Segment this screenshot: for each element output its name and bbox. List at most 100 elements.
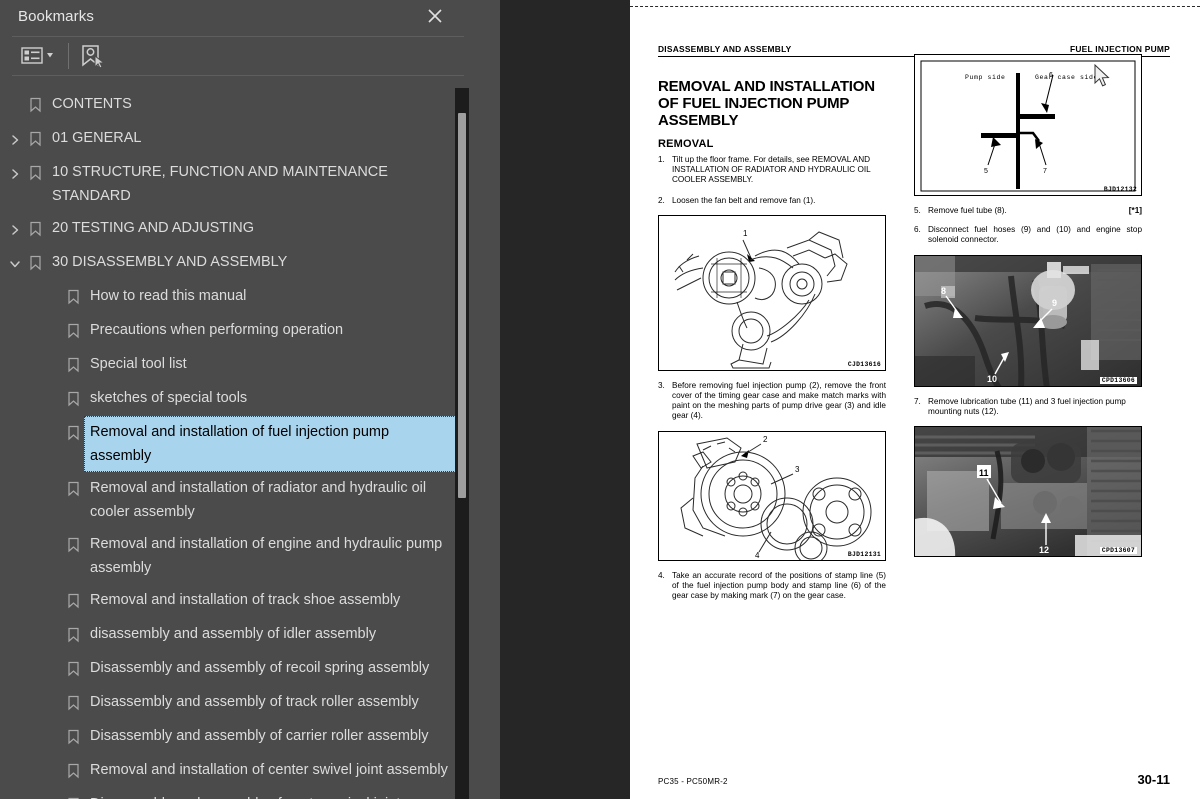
bookmark-item[interactable]: 01 GENERAL [0, 122, 458, 156]
bookmark-icon [24, 251, 46, 275]
svg-text:3: 3 [795, 465, 800, 474]
bookmark-icon [62, 285, 84, 309]
mouse-cursor [1094, 63, 1112, 90]
right-column: Pump side Gear case side 6 5 7 BJD12132 … [914, 52, 1142, 567]
bookmark-icon [62, 387, 84, 411]
pdf-viewer-window: Bookmarks CONTENTS 01 GENERAL 10 STRUCTU… [0, 0, 1200, 799]
figure-nuts-photo: 11 12 CPD13607 [914, 426, 1142, 558]
step-text: Loosen the fan belt and remove fan (1). [672, 195, 816, 205]
bookmark-item-label: disassembly and assembly of idler assemb… [90, 626, 377, 642]
step-text: Tilt up the floor frame. For details, se… [672, 155, 871, 185]
no-chevron-spacer [44, 354, 62, 378]
bookmark-item-label: CONTENTS [52, 96, 132, 112]
step-number: 2. [658, 195, 665, 205]
figure-fan-drawing: 1 CJD13616 [658, 214, 886, 371]
bookmark-icon [24, 217, 46, 241]
no-chevron-spacer [44, 692, 62, 716]
svg-text:8: 8 [941, 286, 946, 296]
figure-id: CPD13607 [1099, 547, 1137, 555]
bookmark-item[interactable]: Disassembly and assembly of recoil sprin… [0, 652, 458, 686]
bookmark-item-label: Disassembly and assembly of carrier roll… [90, 728, 429, 744]
no-chevron-spacer [44, 388, 62, 412]
footer-model: PC35 - PC50MR-2 [658, 777, 728, 786]
step-text: Take an accurate record of the positions… [672, 570, 886, 601]
bookmark-item[interactable]: Disassembly and assembly of carrier roll… [0, 720, 458, 754]
bookmark-item-label: 30 DISASSEMBLY AND ASSEMBLY [52, 254, 288, 270]
no-chevron-spacer [44, 794, 62, 799]
bookmark-item-label: 20 TESTING AND ADJUSTING [52, 220, 254, 236]
new-bookmark-icon[interactable] [78, 42, 108, 70]
bookmark-item[interactable]: disassembly and assembly of idler assemb… [0, 618, 458, 652]
pdf-page: DISASSEMBLY AND ASSEMBLY FUEL INJECTION … [630, 0, 1200, 799]
bookmark-icon [62, 533, 84, 557]
bookmark-item-label: sketches of special tools [90, 390, 248, 406]
bookmark-icon [62, 421, 84, 445]
step-item: 6. Disconnect fuel hoses (9) and (10) an… [914, 225, 1142, 245]
bookmark-icon [24, 93, 46, 117]
step-text: Remove lubrication tube (11) and 3 fuel … [928, 396, 1126, 416]
bookmarks-scrollbar-thumb[interactable] [458, 113, 466, 498]
bookmark-item-label: 10 STRUCTURE, FUNCTION AND MAINTENANCE S… [52, 164, 388, 204]
no-chevron-spacer [44, 726, 62, 750]
chevron-right-icon[interactable] [6, 128, 24, 152]
step-text: Before removing fuel injection pump (2),… [672, 380, 886, 421]
figure-hose-photo: 8 9 10 CPD13606 [914, 254, 1142, 387]
figure-id: BJD12131 [847, 550, 881, 558]
step-item: 1. Tilt up the floor frame. For details,… [658, 155, 886, 186]
no-chevron-spacer [44, 478, 62, 502]
no-chevron-spacer [44, 590, 62, 614]
chevron-right-icon[interactable] [6, 218, 24, 242]
options-menu-icon[interactable] [20, 42, 60, 70]
svg-text:12: 12 [1039, 545, 1049, 555]
bookmark-icon [62, 759, 84, 783]
bookmark-item[interactable]: Removal and installation of fuel injecti… [0, 416, 458, 472]
svg-text:6: 6 [1049, 72, 1053, 79]
step-item: 4. Take an accurate record of the positi… [658, 571, 886, 602]
bookmark-icon [62, 793, 84, 799]
left-column: 1. Tilt up the floor frame. For details,… [658, 155, 886, 610]
no-chevron-spacer [44, 658, 62, 682]
bookmark-item[interactable]: Removal and installation of center swive… [0, 754, 458, 788]
bookmark-item-label: Special tool list [90, 356, 187, 372]
chevron-down-icon[interactable] [6, 252, 24, 276]
section-heading: REMOVAL [658, 138, 714, 150]
figure-id: CJD13616 [847, 360, 881, 368]
bookmark-icon [62, 657, 84, 681]
no-chevron-spacer [44, 760, 62, 784]
bookmark-item-label: 01 GENERAL [52, 130, 142, 146]
bookmark-item-label: How to read this manual [90, 288, 247, 304]
step-text: Remove fuel tube (8). [928, 206, 1007, 215]
figure-gear-drawing: 2 3 4 BJD12131 [658, 430, 886, 561]
bookmark-item[interactable]: CONTENTS [0, 88, 458, 122]
chevron-right-icon[interactable] [6, 162, 24, 186]
bookmark-item[interactable]: Removal and installation of engine and h… [0, 528, 458, 584]
bookmark-icon [62, 691, 84, 715]
bookmark-item[interactable]: Removal and installation of radiator and… [0, 472, 458, 528]
svg-text:7: 7 [1043, 168, 1047, 175]
document-viewport[interactable]: DISASSEMBLY AND ASSEMBLY FUEL INJECTION … [500, 0, 1200, 799]
figure-id: BJD12132 [1103, 186, 1137, 193]
bookmark-icon [62, 319, 84, 343]
panel-divider [476, 0, 969, 799]
bookmark-item[interactable]: Removal and installation of track shoe a… [0, 584, 458, 618]
bookmark-item-label: Removal and installation of fuel injecti… [84, 416, 458, 472]
bookmark-item[interactable]: 20 TESTING AND ADJUSTING [0, 212, 458, 246]
step-number: 7. [914, 396, 921, 406]
bookmark-item[interactable]: Disassembly and assembly of center swive… [0, 788, 458, 799]
bookmark-item[interactable]: Special tool list [0, 348, 458, 382]
bookmark-item[interactable]: sketches of special tools [0, 382, 458, 416]
bookmark-item[interactable]: Precautions when performing operation [0, 314, 458, 348]
bookmark-item[interactable]: Disassembly and assembly of track roller… [0, 686, 458, 720]
bookmark-icon [24, 161, 46, 185]
bookmarks-panel-title: Bookmarks [18, 8, 94, 25]
page-title: REMOVAL AND INSTALLATION OF FUEL INJECTI… [658, 78, 875, 129]
step-number: 4. [658, 570, 665, 580]
bookmarks-tree-scroll[interactable]: CONTENTS 01 GENERAL 10 STRUCTURE, FUNCTION… [0, 88, 476, 799]
bookmark-item[interactable]: 30 DISASSEMBLY AND ASSEMBLY [0, 246, 458, 280]
close-icon[interactable] [424, 5, 446, 27]
bookmark-icon [62, 353, 84, 377]
step-item: 2. Loosen the fan belt and remove fan (1… [658, 196, 886, 206]
diagram-label-left: Pump side [965, 74, 1006, 81]
bookmark-item[interactable]: How to read this manual [0, 280, 458, 314]
bookmark-item[interactable]: 10 STRUCTURE, FUNCTION AND MAINTENANCE S… [0, 156, 458, 212]
